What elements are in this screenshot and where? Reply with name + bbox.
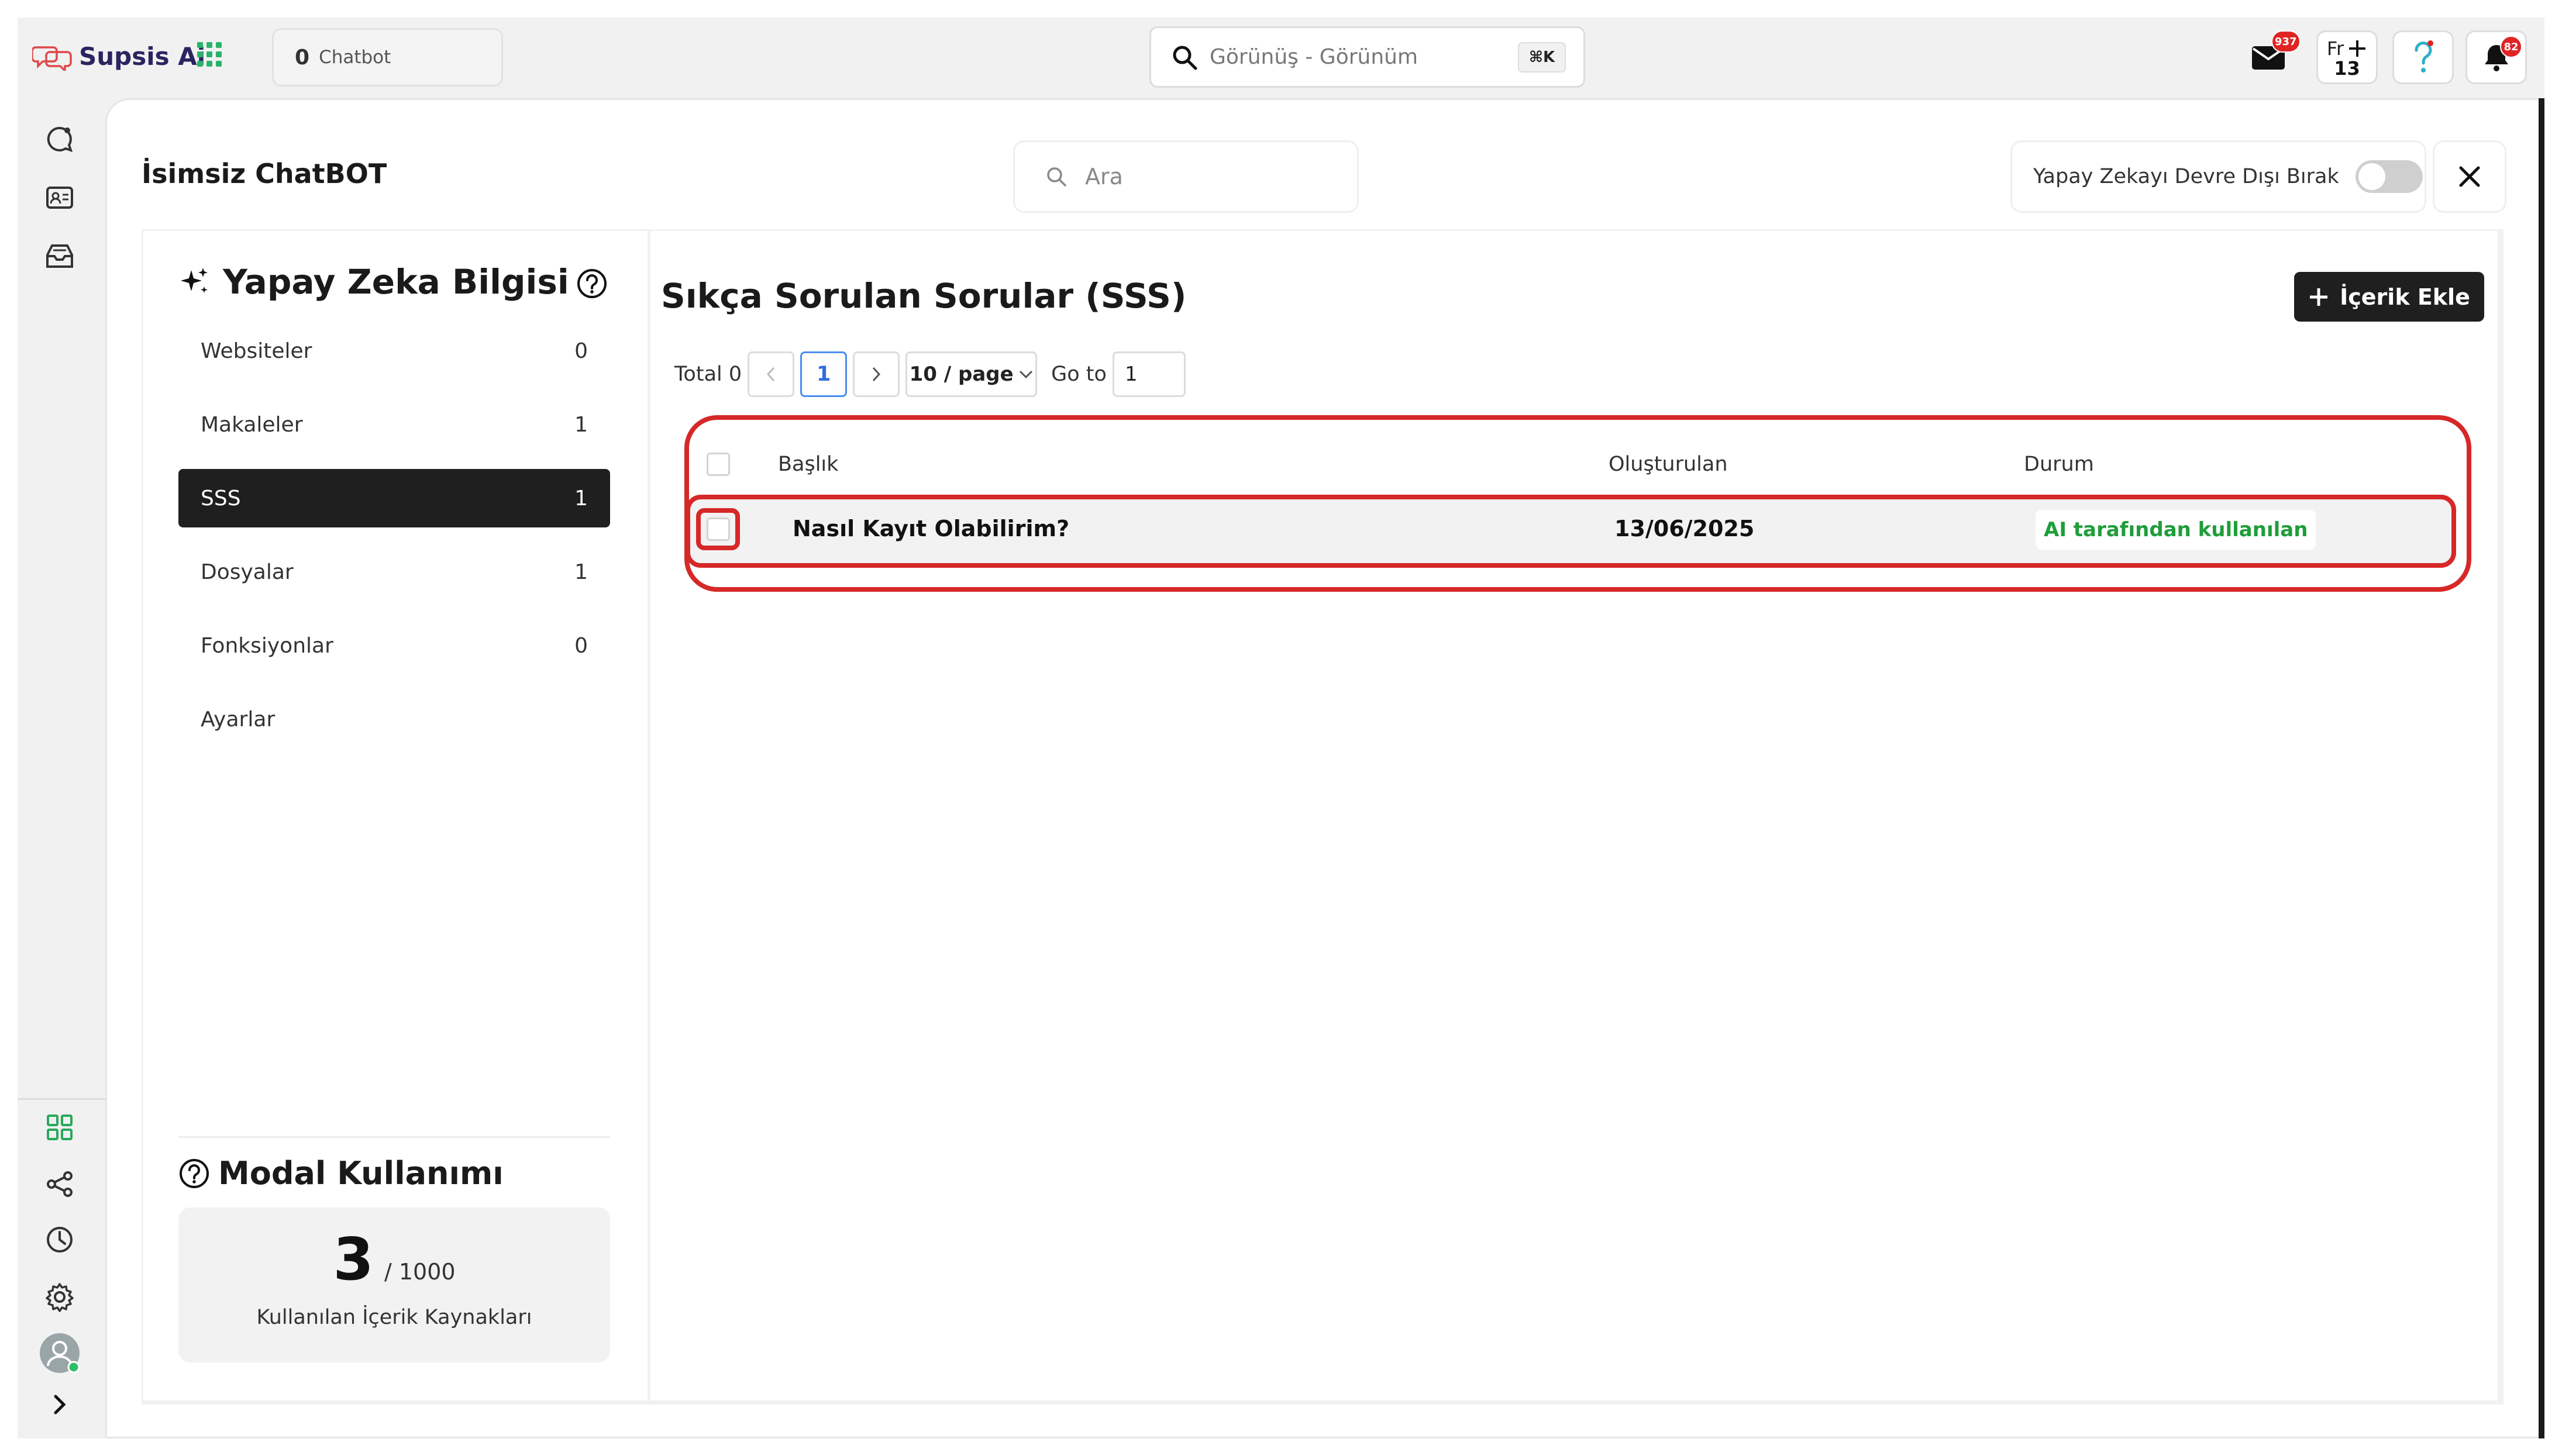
avatar[interactable] — [39, 1332, 81, 1374]
chevron-right-icon — [870, 365, 882, 383]
row-created: 13/06/2025 — [1614, 516, 1755, 541]
sidebar-divider — [18, 1098, 105, 1100]
usage-box: 3 / 1000 Kullanılan İçerik Kaynakları — [178, 1207, 610, 1362]
knowledge-item-sss[interactable]: SSS 1 — [178, 469, 610, 527]
close-icon — [2458, 165, 2481, 188]
usage-limit: / 1000 — [384, 1259, 456, 1285]
usage-caption: Kullanılan İçerik Kaynakları — [256, 1306, 532, 1329]
apps-grid-icon[interactable] — [196, 41, 223, 68]
history-icon[interactable] — [42, 1222, 77, 1257]
page-1-button[interactable]: 1 — [800, 351, 848, 397]
goto-input[interactable]: 1 — [1112, 351, 1186, 397]
fr-count: 13 — [2334, 57, 2360, 80]
search-shortcut: ⌘K — [1518, 42, 1566, 73]
knowledge-item-count: 0 — [574, 633, 588, 658]
usage-title-text: Modal Kullanımı — [218, 1155, 504, 1192]
faq-panel — [650, 231, 2498, 1400]
row-checkbox-highlight — [696, 508, 740, 550]
chatbot-label: Chatbot — [319, 47, 391, 68]
add-content-button[interactable]: İçerik Ekle — [2294, 272, 2484, 322]
inbox-icon[interactable] — [42, 239, 77, 274]
chat-bubble-icon[interactable] — [42, 122, 77, 157]
goto-label: Go to — [1051, 363, 1107, 386]
usage-divider — [178, 1136, 610, 1138]
chatbot-selector[interactable]: 0 Chatbot — [272, 28, 503, 87]
panel-search-placeholder: Ara — [1085, 164, 1123, 189]
fr-button[interactable]: Fr 13 — [2316, 30, 2378, 84]
pagination: Total 0 1 10 / page Go to 1 — [674, 351, 1186, 398]
page-size-value: 10 / page — [909, 363, 1014, 386]
knowledge-item-label: Dosyalar — [201, 560, 294, 584]
knowledge-item-label: Fonksiyonlar — [201, 633, 333, 658]
bell-badge: 82 — [2500, 36, 2522, 58]
ai-toggle-label: Yapay Zekayı Devre Dışı Bırak — [2033, 165, 2339, 188]
pagination-total: Total 0 — [674, 363, 742, 386]
knowledge-item-fonksiyonlar[interactable]: Fonksiyonlar 0 — [178, 616, 610, 675]
contacts-icon[interactable] — [42, 180, 77, 215]
knowledge-item-count: 1 — [574, 486, 588, 510]
dashboard-icon[interactable] — [42, 1110, 77, 1145]
logo[interactable]: Supsis Ai — [32, 39, 205, 74]
global-search-placeholder: Görünüş - Görünüm — [1210, 45, 1418, 69]
mail-button[interactable]: 937 — [2237, 30, 2301, 84]
search-icon — [1171, 44, 1198, 71]
settings-gear-icon[interactable] — [42, 1279, 77, 1314]
plus-icon — [2308, 287, 2329, 308]
knowledge-title-text: Yapay Zeka Bilgisi — [223, 262, 569, 302]
faq-title: Sıkça Sorulan Sorular (SSS) — [661, 276, 1187, 316]
help-button[interactable] — [2392, 30, 2454, 84]
global-search[interactable]: Görünüş - Görünüm ⌘K — [1149, 26, 1585, 88]
knowledge-item-count: 1 — [574, 560, 588, 584]
expand-chevron-icon[interactable] — [42, 1387, 77, 1422]
status-badge: AI tarafından kullanılan — [2036, 510, 2316, 550]
logo-text: Supsis Ai — [79, 42, 206, 71]
logo-icon — [32, 42, 74, 71]
chatbot-count: 0 — [295, 45, 310, 70]
knowledge-item-ayarlar[interactable]: Ayarlar — [178, 690, 610, 748]
question-icon — [2412, 40, 2435, 75]
mail-badge: 937 — [2271, 30, 2301, 53]
knowledge-item-label: SSS — [201, 486, 241, 510]
knowledge-item-websiteler[interactable]: Websiteler 0 — [178, 322, 610, 380]
prev-page-button[interactable] — [748, 351, 795, 397]
usage-help-icon[interactable] — [178, 1158, 210, 1189]
usage-title: Modal Kullanımı — [178, 1155, 504, 1192]
close-button[interactable] — [2434, 142, 2505, 211]
next-page-button[interactable] — [853, 351, 900, 397]
knowledge-help-icon[interactable] — [576, 268, 608, 299]
plus-icon — [2347, 39, 2367, 58]
knowledge-item-dosyalar[interactable]: Dosyalar 1 — [178, 543, 610, 601]
share-icon[interactable] — [42, 1167, 77, 1202]
page-title: İsimsiz ChatBOT — [142, 158, 387, 189]
knowledge-title: Yapay Zeka Bilgisi — [178, 262, 569, 302]
scrollbar[interactable] — [2539, 98, 2544, 1438]
row-title[interactable]: Nasıl Kayıt Olabilirim? — [793, 516, 1069, 541]
knowledge-item-makaleler[interactable]: Makaleler 1 — [178, 395, 610, 454]
add-content-label: İçerik Ekle — [2340, 284, 2470, 310]
search-icon — [1045, 165, 1068, 188]
panel-search-input[interactable]: Ara — [1015, 142, 1357, 211]
column-header-created[interactable]: Oluşturulan — [1609, 453, 1728, 476]
chevron-left-icon — [765, 365, 777, 383]
ai-toggle-box: Yapay Zekayı Devre Dışı Bırak — [2012, 142, 2425, 211]
toggle-knob — [2358, 163, 2385, 190]
select-all-checkbox[interactable] — [707, 453, 730, 476]
row-checkbox[interactable] — [706, 517, 730, 541]
sparkle-icon — [178, 265, 211, 298]
column-header-title[interactable]: Başlık — [778, 453, 838, 476]
knowledge-item-count: 0 — [574, 339, 588, 363]
knowledge-item-label: Websiteler — [201, 339, 312, 363]
page-size-select[interactable]: 10 / page — [905, 351, 1038, 397]
usage-counter: 3 / 1000 — [178, 1225, 610, 1293]
knowledge-item-label: Ayarlar — [201, 707, 276, 732]
notifications-button[interactable]: 82 — [2465, 30, 2527, 84]
knowledge-item-label: Makaleler — [201, 412, 303, 437]
column-header-status[interactable]: Durum — [2024, 453, 2094, 476]
usage-used: 3 — [333, 1225, 374, 1293]
knowledge-item-count: 1 — [574, 412, 588, 437]
chevron-down-icon — [1018, 369, 1034, 379]
ai-toggle-switch[interactable] — [2355, 160, 2423, 193]
fr-label: Fr — [2326, 37, 2344, 60]
